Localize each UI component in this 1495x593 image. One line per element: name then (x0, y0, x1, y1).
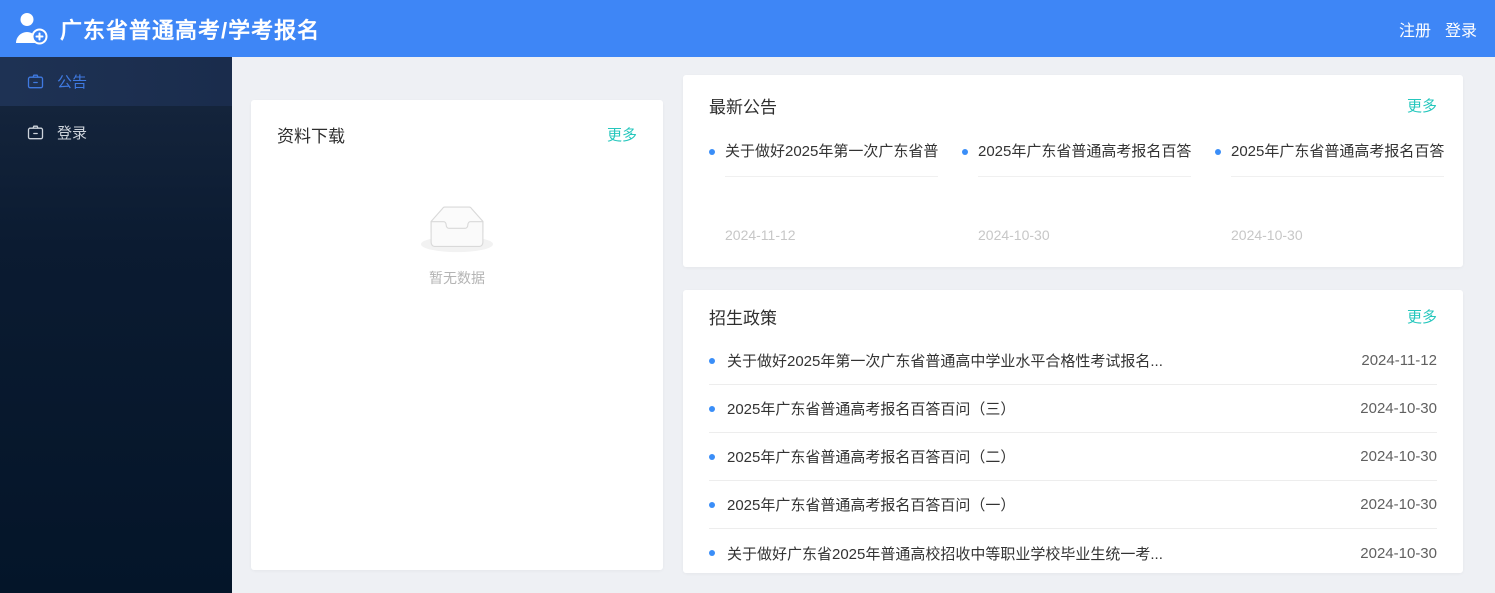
announcement-title[interactable]: 2025年广东省普通高考报名百答百问（三） (978, 142, 1191, 177)
sidebar-item-login[interactable]: 登录 (0, 108, 232, 157)
policy-item-title[interactable]: 关于做好广东省2025年普通高校招收中等职业学校毕业生统一考... (727, 543, 1340, 564)
policy-item-date: 2024-10-30 (1360, 544, 1437, 562)
bullet-icon (709, 357, 715, 364)
policy-item-title[interactable]: 2025年广东省普通高考报名百答百问（二） (727, 446, 1340, 467)
bullet-icon (709, 453, 715, 460)
policy-list-item[interactable]: 2025年广东省普通高考报名百答百问（三） 2024-10-30 (709, 385, 1437, 433)
bullet-icon (709, 550, 715, 556)
bullet-icon (709, 405, 715, 412)
policy-list-item[interactable]: 关于做好2025年第一次广东省普通高中学业水平合格性考试报名... 2024-1… (709, 337, 1437, 385)
policy-item-date: 2024-11-12 (1361, 352, 1437, 369)
policy-item-title[interactable]: 2025年广东省普通高考报名百答百问（一） (727, 494, 1340, 515)
announcement-item[interactable]: 2025年广东省普通高考报名百答百问（二） 2024-10-30 (1215, 142, 1468, 243)
announcement-grid: 关于做好2025年第一次广东省普通高中学业水平合格性考试报名... 2024-1… (709, 142, 1444, 243)
announcement-item[interactable]: 关于做好2025年第一次广东省普通高中学业水平合格性考试报名... 2024-1… (709, 142, 962, 243)
policy-item-title[interactable]: 2025年广东省普通高考报名百答百问（三） (727, 398, 1340, 419)
policy-item-date: 2024-10-30 (1360, 400, 1437, 417)
app-header: 广东省普通高考/学考报名 注册 登录 (0, 0, 1495, 57)
bullet-icon (1215, 149, 1221, 155)
announcement-title[interactable]: 2025年广东省普通高考报名百答百问（二） (1231, 142, 1444, 177)
admission-policy-more-link[interactable]: 更多 (1407, 306, 1437, 327)
latest-announcements-card: 最新公告 更多 关于做好2025年第一次广东省普通高中学业水平合格性考试报名..… (683, 75, 1463, 267)
admission-policy-title: 招生政策 (709, 309, 777, 328)
empty-box-icon (421, 206, 493, 253)
sidebar: 公告 登录 (0, 57, 232, 593)
download-card: 资料下载 更多 暂无数据 (251, 100, 663, 570)
download-more-link[interactable]: 更多 (607, 124, 637, 145)
sidebar-item-announcements[interactable]: 公告 (0, 57, 232, 106)
download-card-title: 资料下载 (277, 127, 345, 146)
briefcase-icon (27, 74, 44, 89)
bullet-icon (709, 149, 715, 155)
announcement-date: 2024-11-12 (725, 227, 796, 243)
admission-policy-card: 招生政策 更多 关于做好2025年第一次广东省普通高中学业水平合格性考试报名..… (683, 290, 1463, 573)
policy-item-date: 2024-10-30 (1360, 496, 1437, 513)
policy-list-item[interactable]: 关于做好广东省2025年普通高校招收中等职业学校毕业生统一考... 2024-1… (709, 529, 1437, 577)
announcement-date: 2024-10-30 (1231, 227, 1303, 243)
briefcase-icon (27, 125, 44, 140)
policy-list: 关于做好2025年第一次广东省普通高中学业水平合格性考试报名... 2024-1… (709, 337, 1437, 577)
announcement-title[interactable]: 关于做好2025年第一次广东省普通高中学业水平合格性考试报名... (725, 142, 938, 177)
empty-state: 暂无数据 (277, 205, 637, 288)
announcement-date: 2024-10-30 (978, 227, 1050, 243)
bullet-icon (962, 149, 968, 155)
announcement-item[interactable]: 2025年广东省普通高考报名百答百问（三） 2024-10-30 (962, 142, 1215, 243)
sidebar-item-label: 公告 (57, 74, 88, 91)
policy-list-item[interactable]: 2025年广东省普通高考报名百答百问（一） 2024-10-30 (709, 481, 1437, 529)
policy-item-title[interactable]: 关于做好2025年第一次广东省普通高中学业水平合格性考试报名... (727, 350, 1341, 371)
user-add-icon (16, 12, 48, 44)
latest-announcements-title: 最新公告 (709, 98, 777, 117)
policy-list-item[interactable]: 2025年广东省普通高考报名百答百问（二） 2024-10-30 (709, 433, 1437, 481)
page-title: 广东省普通高考/学考报名 (60, 17, 321, 43)
latest-announcements-more-link[interactable]: 更多 (1407, 95, 1437, 116)
sidebar-item-label: 登录 (57, 125, 88, 142)
bullet-icon (709, 501, 715, 508)
login-link[interactable]: 登录 (1445, 17, 1477, 41)
register-link[interactable]: 注册 (1399, 17, 1431, 41)
policy-item-date: 2024-10-30 (1360, 448, 1437, 465)
empty-state-text: 暂无数据 (429, 270, 485, 286)
